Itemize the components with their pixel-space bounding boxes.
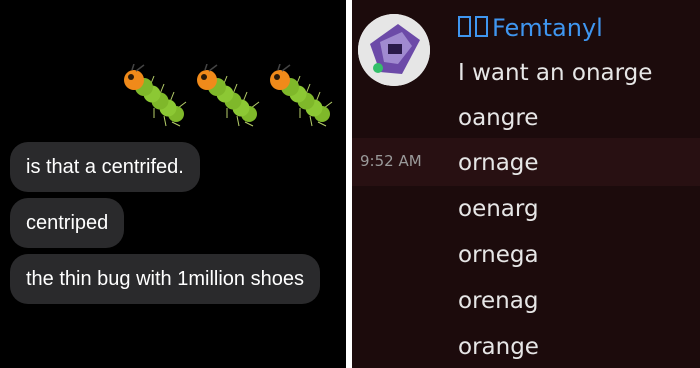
chat-message[interactable]: ornage xyxy=(458,150,539,176)
username-text: Femtanyl xyxy=(492,14,603,42)
avatar-art-icon xyxy=(358,14,430,86)
caterpillar-icon xyxy=(124,64,187,127)
message-bubble[interactable]: is that a centrifed. xyxy=(10,142,200,192)
message-bubble[interactable]: centriped xyxy=(10,198,125,248)
missing-glyph-icon xyxy=(475,16,488,37)
chat-message[interactable]: orange xyxy=(458,334,539,360)
username[interactable]: Femtanyl xyxy=(458,14,603,42)
chat-message[interactable]: orenag xyxy=(458,288,538,314)
caterpillar-icon xyxy=(197,64,260,127)
missing-glyph-icon xyxy=(458,16,471,37)
chat-message[interactable]: oangre xyxy=(458,105,538,131)
chat-message[interactable]: I want an onarge xyxy=(458,60,652,86)
chat-message[interactable]: ornega xyxy=(458,242,539,268)
chat-message[interactable]: oenarg xyxy=(458,196,539,222)
message-bubble[interactable]: the thin bug with 1million shoes xyxy=(10,254,320,304)
caterpillar-icon xyxy=(270,64,333,127)
message-timestamp: 9:52 AM xyxy=(360,152,422,170)
avatar[interactable] xyxy=(358,14,430,86)
